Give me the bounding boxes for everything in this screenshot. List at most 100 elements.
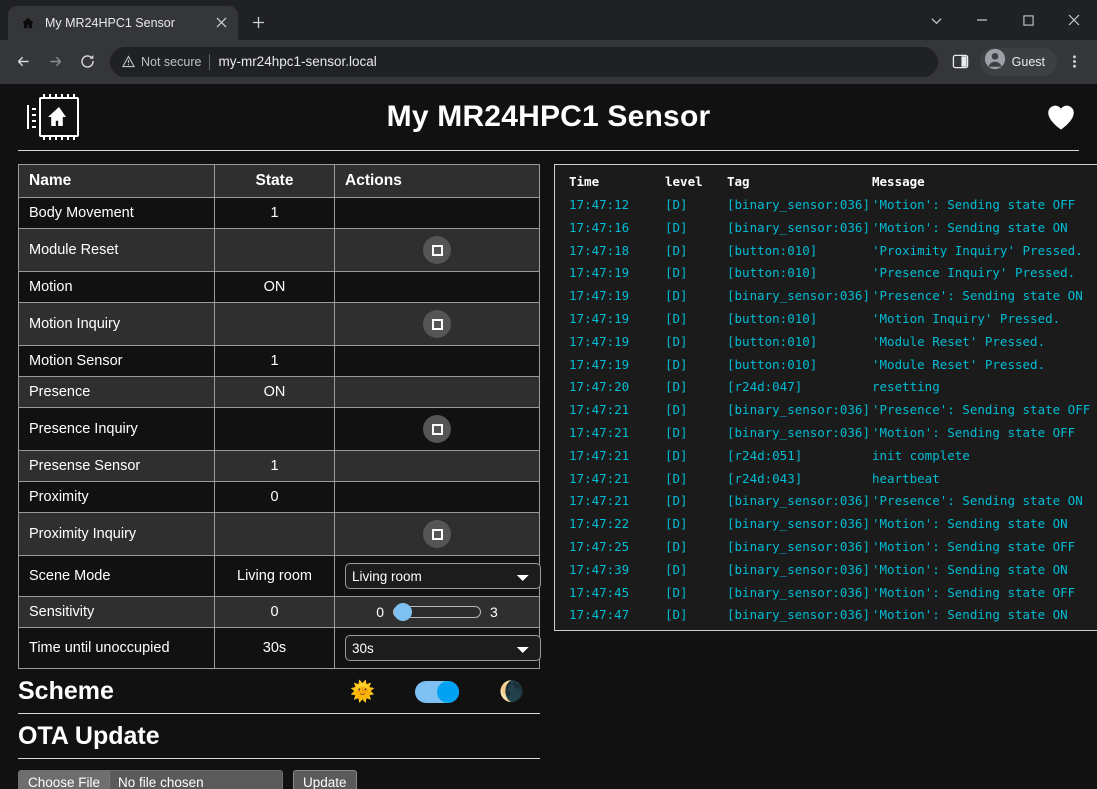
close-window-icon[interactable]: [1051, 0, 1097, 40]
log-tag: [button:010]: [727, 333, 818, 349]
log-level: [D]: [665, 356, 688, 372]
theme-toggle[interactable]: [415, 680, 460, 703]
reload-icon[interactable]: [72, 47, 102, 77]
entity-state: 1: [214, 197, 335, 230]
sensitivity-slider[interactable]: [393, 606, 481, 619]
back-icon[interactable]: [8, 47, 38, 77]
new-tab-button[interactable]: [244, 9, 272, 37]
log-message: init complete: [872, 447, 970, 463]
update-button[interactable]: Update: [293, 770, 357, 789]
scheme-controls: 🌞 🌘: [350, 680, 540, 703]
log-message: 'Motion': Sending state OFF: [872, 539, 1076, 554]
heart-icon[interactable]: [1043, 99, 1079, 135]
entity-name: Scene Mode: [18, 555, 215, 598]
browser-menu-icon[interactable]: [1059, 47, 1089, 77]
entity-actions: [334, 407, 540, 452]
entity-name: Body Movement: [18, 197, 215, 230]
forward-icon[interactable]: [40, 47, 70, 77]
minimize-icon[interactable]: [959, 0, 1005, 40]
log-tag: [button:010]: [727, 311, 818, 327]
table-row: Presence Inquiry: [18, 407, 540, 452]
log-time: 17:47:20: [569, 379, 630, 395]
scene-mode-select[interactable]: Living room Area detection Bathroom Bedr…: [345, 563, 541, 590]
entity-name: Presense Sensor: [18, 450, 215, 483]
browser-toolbar: Not secure my-mr24hpc1-sensor.local Gues…: [0, 39, 1097, 85]
table-row: Motion ON: [18, 271, 540, 304]
motion-inquiry-press-button[interactable]: [423, 310, 451, 339]
not-secure-indicator[interactable]: Not secure: [122, 55, 201, 69]
log-entry: 17:47:39 [D] [binary_sensor:036] 'Motion': …: [555, 559, 1097, 582]
entity-actions: [334, 512, 540, 557]
presence-inquiry-press-button[interactable]: [423, 415, 451, 444]
log-message: 'Module Reset' Pressed.: [872, 333, 1046, 349]
log-time: 17:47:19: [569, 311, 630, 327]
log-message: resetting: [872, 379, 940, 395]
column-header-name: Name: [18, 164, 215, 199]
log-entry: 17:47:21 [D] [binary_sensor:036] 'Presence'…: [555, 490, 1097, 513]
log-entry: 17:47:20 [D] [r24d:047] resetting: [555, 376, 1097, 399]
sensitivity-slider-group: 0 3: [345, 604, 529, 620]
entity-actions: [334, 376, 540, 409]
log-message: 'Proximity Inquiry' Pressed.: [872, 242, 1083, 258]
log-tag: [binary_sensor:036]: [727, 584, 870, 600]
entity-name: Time until unoccupied: [18, 627, 215, 670]
log-tag: [binary_sensor:036]: [727, 561, 870, 577]
entity-state: [214, 407, 335, 452]
firmware-file-input[interactable]: Choose File No file chosen: [18, 770, 283, 789]
log-time: 17:47:22: [569, 516, 630, 532]
tab-search-chevron-icon[interactable]: [913, 0, 959, 40]
log-entry: 17:47:45 [D] [binary_sensor:036] 'Motion': …: [555, 582, 1097, 605]
avatar: [984, 48, 1006, 75]
log-level: [D]: [665, 493, 688, 509]
choose-file-button[interactable]: Choose File: [19, 771, 111, 789]
profile-button[interactable]: Guest: [979, 47, 1057, 76]
scheme-section: Scheme 🌞 🌘: [0, 669, 558, 715]
entity-name: Motion: [18, 271, 215, 304]
scheme-title: Scheme: [18, 677, 114, 706]
entity-state: ON: [214, 271, 335, 304]
entity-actions: [334, 228, 540, 273]
log-panel[interactable]: Time level Tag Message 17:47:12 [D] [binar…: [554, 164, 1097, 632]
table-row: Proximity 0: [18, 481, 540, 514]
log-level: [D]: [665, 402, 688, 418]
address-bar[interactable]: Not secure my-mr24hpc1-sensor.local: [110, 46, 938, 77]
log-message: 'Motion': Sending state ON: [872, 561, 1068, 577]
log-level: [D]: [665, 447, 688, 463]
log-level: [D]: [665, 288, 688, 304]
log-tag: [binary_sensor:036]: [727, 516, 870, 532]
log-tag: [binary_sensor:036]: [727, 425, 870, 441]
sun-icon[interactable]: 🌞: [350, 682, 375, 702]
log-time: 17:47:47: [569, 607, 630, 623]
log-tag: [binary_sensor:036]: [727, 219, 870, 235]
proximity-inquiry-press-button[interactable]: [423, 520, 451, 549]
entity-actions: [334, 345, 540, 378]
warning-triangle-icon: [122, 55, 135, 68]
side-panel-icon[interactable]: [946, 47, 976, 77]
entity-name: Proximity: [18, 481, 215, 514]
log-entry: 17:47:19 [D] [binary_sensor:036] 'Presence'…: [555, 285, 1097, 308]
maximize-icon[interactable]: [1005, 0, 1051, 40]
log-entry: 17:47:21 [D] [r24d:043] heartbeat: [555, 468, 1097, 491]
entity-state: [214, 228, 335, 273]
moon-icon[interactable]: 🌘: [499, 682, 524, 702]
column-header-state: State: [214, 164, 335, 199]
entities-column: Name State Actions Body Movement 1 Modul…: [18, 164, 541, 670]
log-time: 17:47:12: [569, 197, 630, 213]
url-text: my-mr24hpc1-sensor.local: [218, 54, 377, 70]
square-icon: [431, 528, 443, 540]
log-time: 17:47:19: [569, 265, 630, 281]
entity-state: [214, 512, 335, 557]
browser-tab[interactable]: My MR24HPC1 Sensor: [8, 5, 238, 40]
esphome-chip-icon: [18, 91, 88, 143]
time-until-unoccupied-select[interactable]: 30s 10s 1min 2min: [345, 635, 541, 662]
module-reset-press-button[interactable]: [423, 236, 451, 265]
log-column-time: Time: [569, 174, 600, 190]
log-entry: 17:47:21 [D] [binary_sensor:036] 'Motion': …: [555, 422, 1097, 445]
log-entry: 17:47:22 [D] [binary_sensor:036] 'Motion': …: [555, 513, 1097, 536]
log-level: [D]: [665, 516, 688, 532]
entity-state: 0: [214, 481, 335, 514]
log-entry: 17:47:19 [D] [button:010] 'Presence Inquiry…: [555, 262, 1097, 285]
log-message: 'Motion': Sending state ON: [872, 219, 1068, 235]
log-level: [D]: [665, 219, 688, 235]
close-icon[interactable]: [212, 14, 230, 32]
